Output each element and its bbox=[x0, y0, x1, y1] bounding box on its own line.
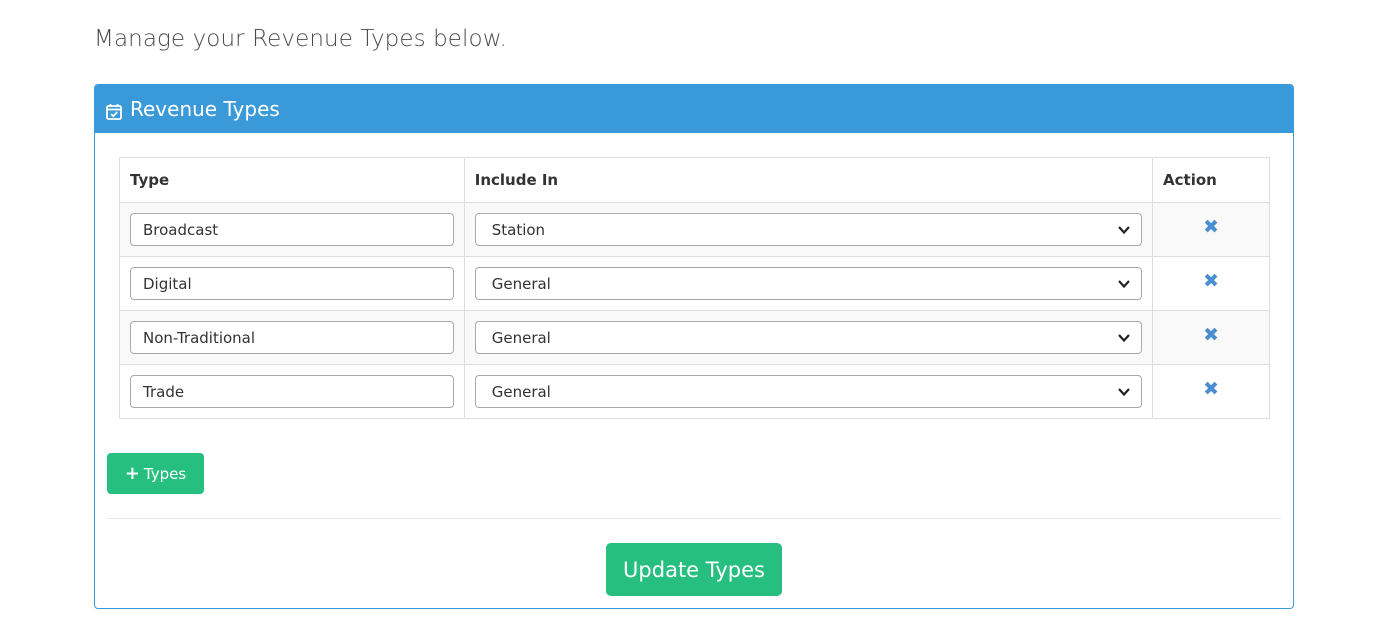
column-header-include-in: Include In bbox=[463, 157, 1154, 203]
column-header-action: Action bbox=[1152, 157, 1270, 203]
page-intro: Manage your Revenue Types below. bbox=[94, 26, 507, 52]
table-row: Trade General ✖ bbox=[119, 364, 1270, 419]
panel-heading: Revenue Types bbox=[95, 85, 1293, 133]
revenue-types-panel: Revenue Types Type Include In Action Bro… bbox=[94, 84, 1294, 609]
remove-x-icon[interactable]: ✖ bbox=[1203, 218, 1219, 237]
include-in-cell: General bbox=[463, 364, 1154, 419]
type-input[interactable]: Digital bbox=[130, 267, 454, 300]
chevron-down-icon bbox=[1118, 225, 1130, 234]
type-input[interactable]: Trade bbox=[130, 375, 454, 408]
revenue-types-table: Type Include In Action Broadcast Station… bbox=[119, 157, 1270, 419]
column-header-type: Type bbox=[119, 157, 465, 203]
include-in-cell: Station bbox=[463, 202, 1154, 257]
include-in-value: General bbox=[491, 274, 551, 293]
type-cell: Non-Traditional bbox=[119, 310, 465, 365]
update-types-button[interactable]: Update Types bbox=[606, 543, 782, 596]
action-cell: ✖ bbox=[1152, 256, 1270, 311]
include-in-value: General bbox=[491, 382, 551, 401]
type-cell: Trade bbox=[119, 364, 465, 419]
type-input[interactable]: Broadcast bbox=[130, 213, 454, 246]
panel-title: Revenue Types bbox=[130, 97, 280, 121]
table-header-row: Type Include In Action bbox=[119, 157, 1270, 203]
type-cell: Digital bbox=[119, 256, 465, 311]
chevron-down-icon bbox=[1118, 279, 1130, 288]
remove-x-icon[interactable]: ✖ bbox=[1203, 326, 1219, 345]
action-cell: ✖ bbox=[1152, 364, 1270, 419]
type-cell: Broadcast bbox=[119, 202, 465, 257]
chevron-down-icon bbox=[1118, 333, 1130, 342]
include-in-select[interactable]: General bbox=[474, 375, 1143, 408]
remove-x-icon[interactable]: ✖ bbox=[1203, 380, 1219, 399]
include-in-select[interactable]: General bbox=[474, 321, 1143, 354]
remove-x-icon[interactable]: ✖ bbox=[1203, 272, 1219, 291]
add-types-label: Types bbox=[143, 464, 187, 483]
include-in-value: Station bbox=[491, 220, 546, 239]
table-row: Non-Traditional General ✖ bbox=[119, 310, 1270, 365]
add-types-button[interactable]: + Types bbox=[107, 453, 204, 494]
action-cell: ✖ bbox=[1152, 310, 1270, 365]
include-in-cell: General bbox=[463, 256, 1154, 311]
chevron-down-icon bbox=[1118, 387, 1130, 396]
include-in-select[interactable]: General bbox=[474, 267, 1143, 300]
table-row: Broadcast Station ✖ bbox=[119, 202, 1270, 257]
plus-icon: + bbox=[124, 462, 140, 484]
table-row: Digital General ✖ bbox=[119, 256, 1270, 311]
calendar-check-icon bbox=[106, 101, 122, 120]
divider bbox=[107, 518, 1281, 519]
include-in-select[interactable]: Station bbox=[474, 213, 1143, 246]
include-in-cell: General bbox=[463, 310, 1154, 365]
type-input[interactable]: Non-Traditional bbox=[130, 321, 454, 354]
include-in-value: General bbox=[491, 328, 551, 347]
action-cell: ✖ bbox=[1152, 202, 1270, 257]
